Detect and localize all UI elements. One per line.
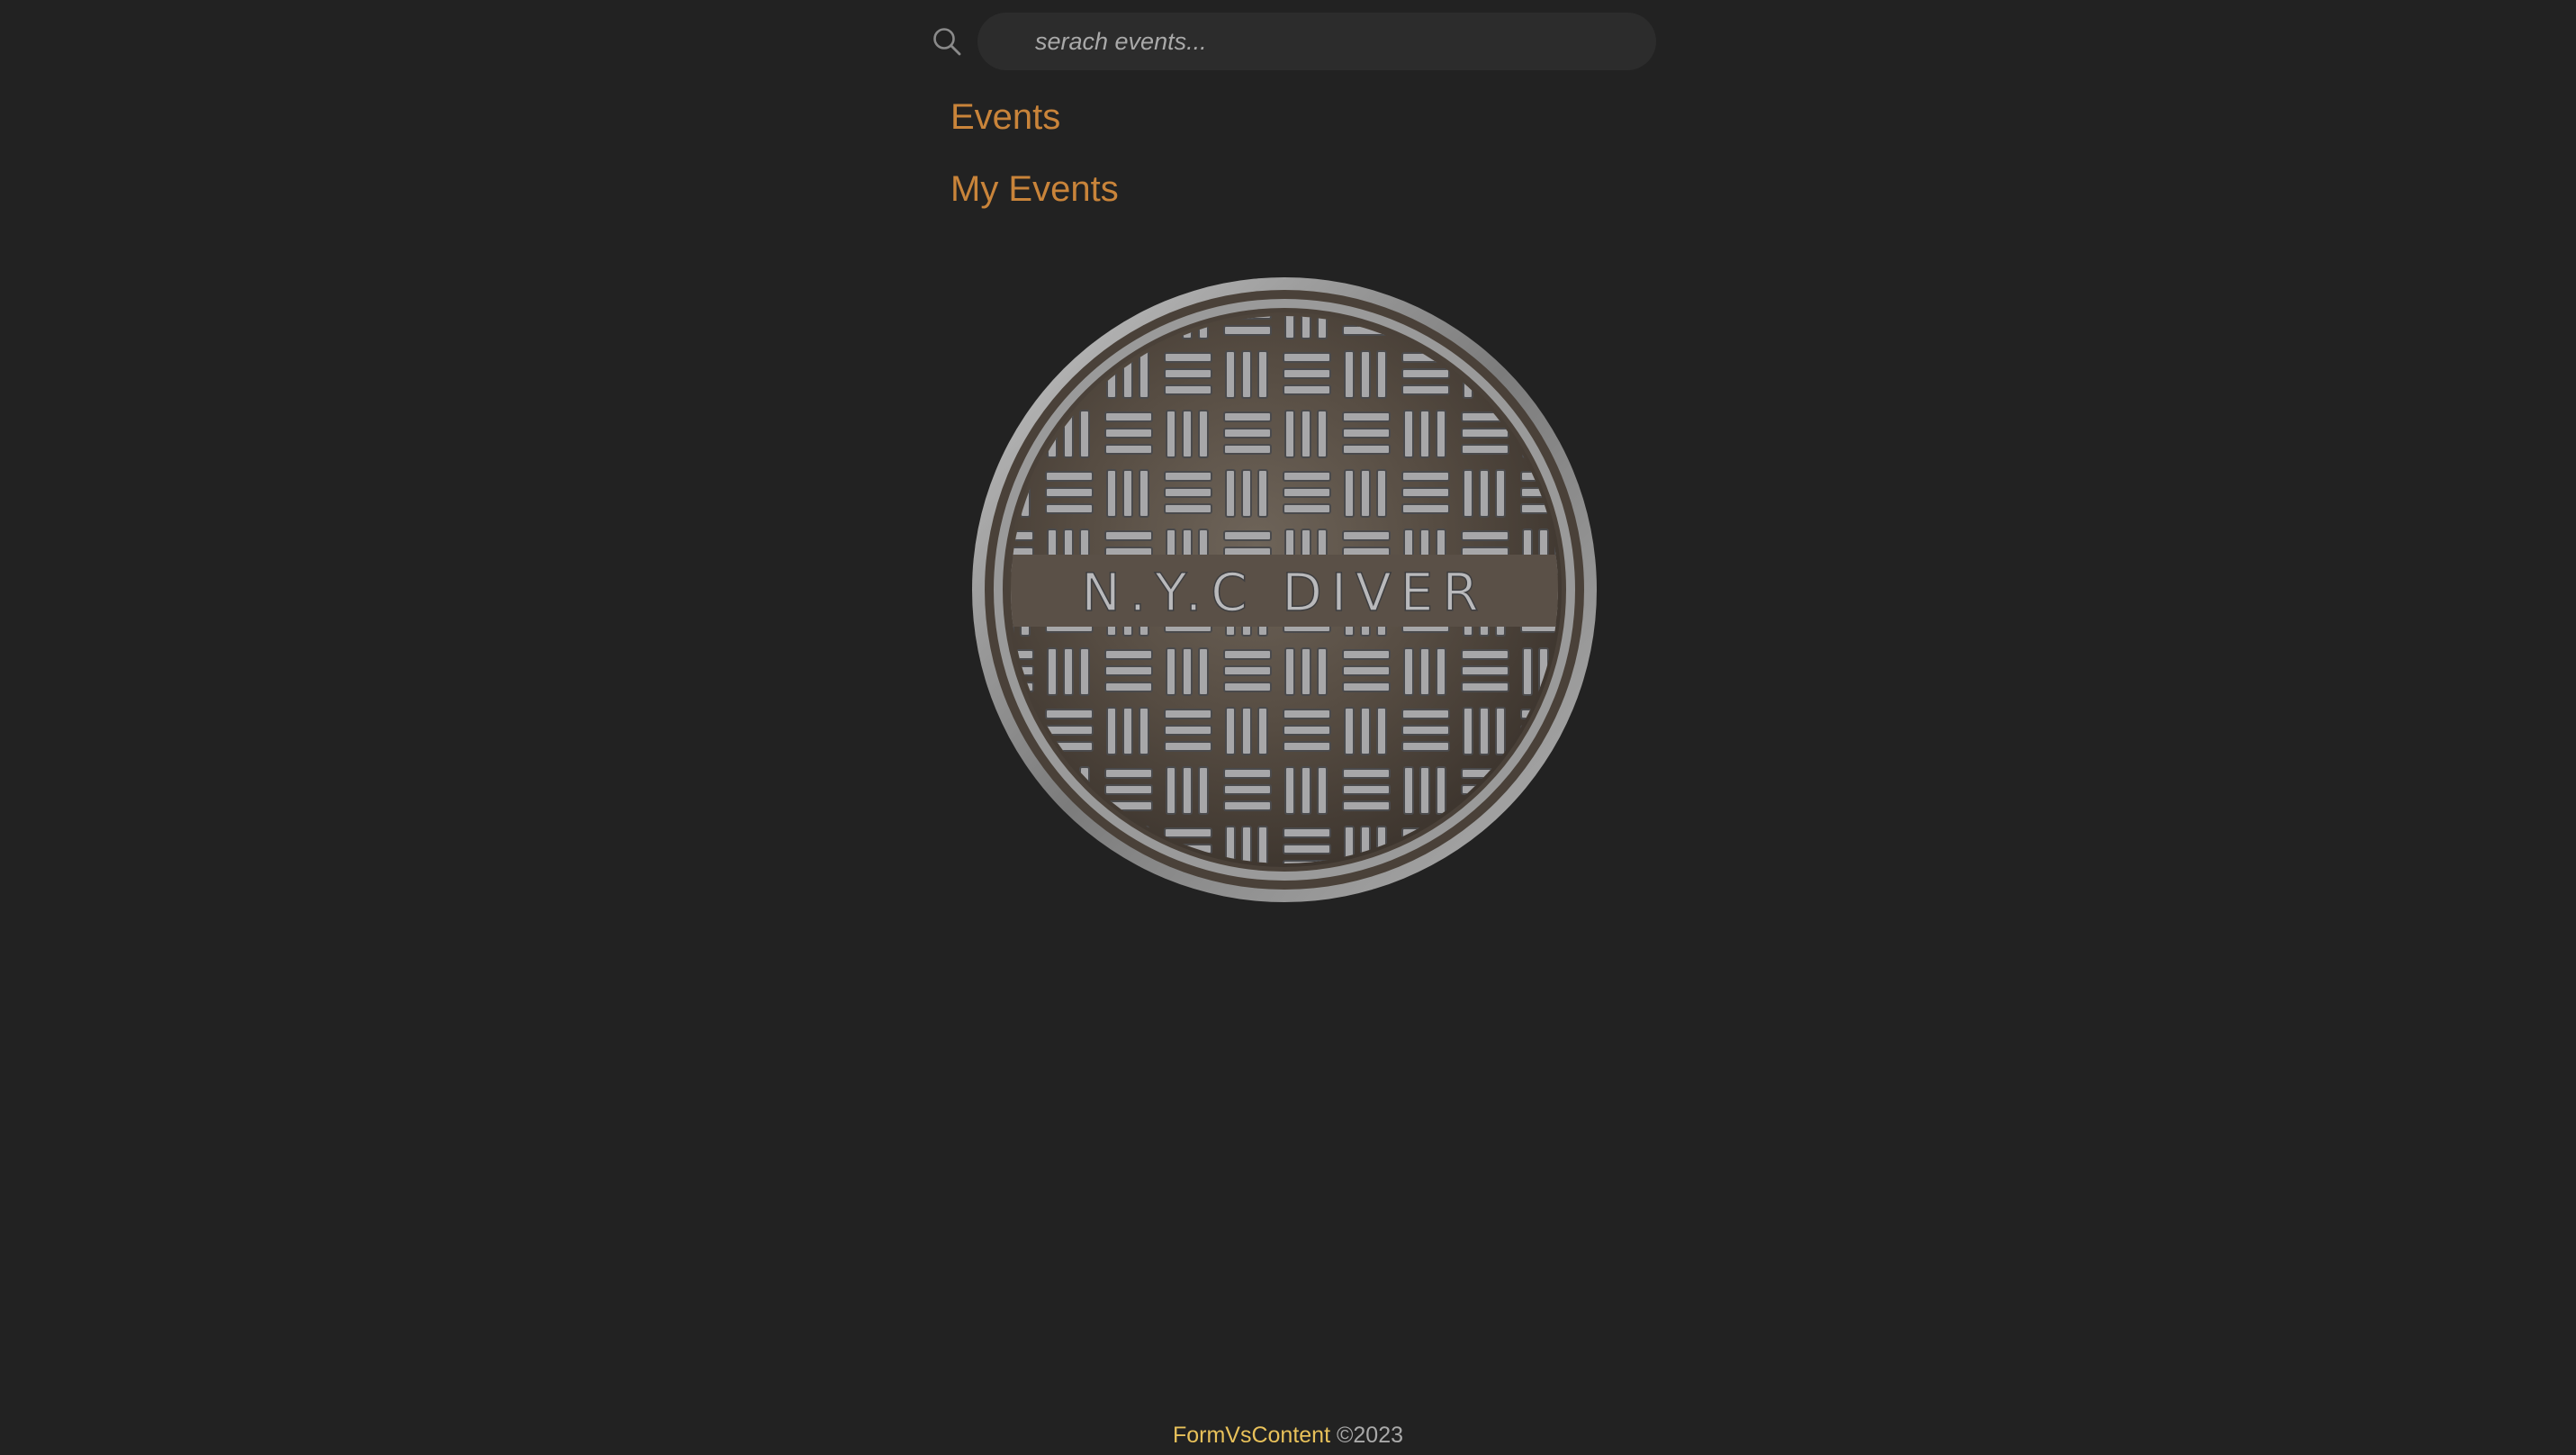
footer: FormVsContent ©2023 <box>0 1423 2576 1449</box>
search-icon[interactable] <box>927 22 967 61</box>
search-input[interactable] <box>977 13 1656 70</box>
manhole-cover-image: N.Y.C DIVER <box>970 276 1599 904</box>
footer-copyright: ©2023 <box>1336 1423 1404 1448</box>
manhole-cover-text: N.Y.C DIVER <box>1081 562 1487 623</box>
footer-brand-link[interactable]: FormVsContent <box>1173 1423 1330 1448</box>
main-nav: Events My Events <box>950 94 1119 238</box>
search-bar <box>927 13 1656 70</box>
nav-link-my-events[interactable]: My Events <box>950 166 1119 212</box>
page: Events My Events <box>0 0 2576 1455</box>
nav-link-events[interactable]: Events <box>950 94 1119 140</box>
